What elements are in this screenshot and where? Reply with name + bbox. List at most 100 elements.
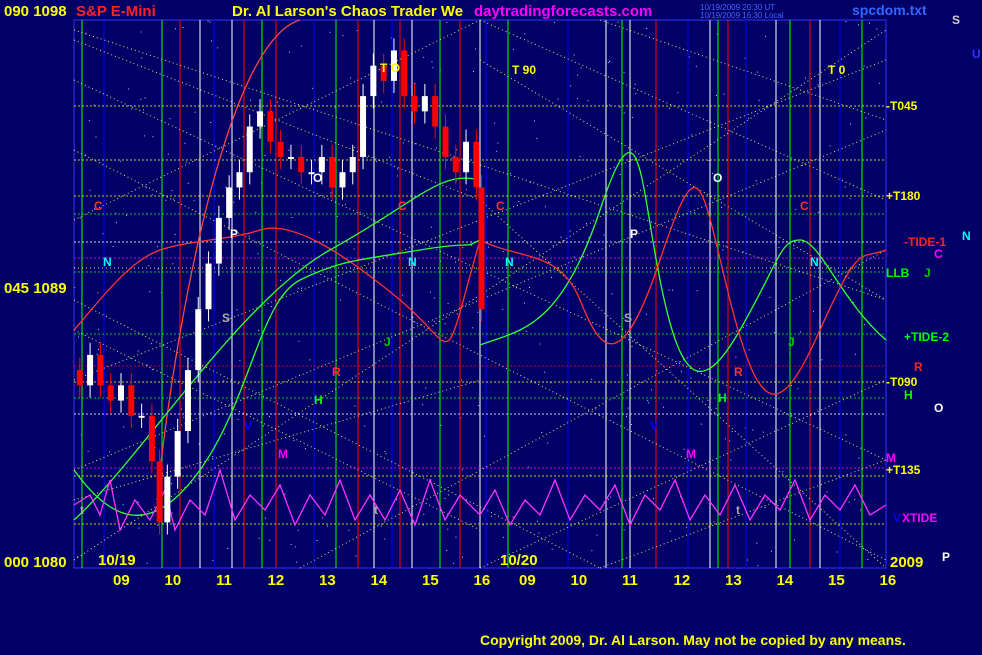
price-candle-body <box>128 385 135 416</box>
star-dot <box>748 349 750 351</box>
star-dot <box>258 329 260 331</box>
star-dot <box>596 534 598 536</box>
star-dot <box>800 331 801 333</box>
planet-label: P <box>230 227 238 241</box>
star-dot <box>626 374 628 376</box>
star-dot <box>850 123 851 125</box>
x-tick-label: 12 <box>674 572 691 589</box>
star-dot <box>484 435 486 437</box>
star-dot <box>355 555 357 557</box>
star-dot <box>440 424 442 426</box>
star-dot <box>534 120 535 122</box>
star-dot <box>669 530 671 532</box>
x-tick-label: 09 <box>519 572 536 589</box>
planet-label: C <box>94 199 103 213</box>
price-candle-body <box>97 354 104 386</box>
star-dot <box>690 377 692 379</box>
star-dot <box>715 407 717 409</box>
star-dot <box>607 498 609 500</box>
year-label: 2009 <box>890 554 923 571</box>
star-dot <box>623 529 625 531</box>
star-dot <box>512 48 514 50</box>
star-dot <box>797 388 799 390</box>
star-dot <box>729 440 731 442</box>
star-dot <box>174 233 176 235</box>
star-dot <box>342 35 344 37</box>
star-dot <box>724 438 726 440</box>
star-dot <box>288 51 290 53</box>
star-dot <box>756 71 758 73</box>
price-candle-body <box>138 415 145 418</box>
price-candle-body <box>215 217 222 264</box>
planet-label: N <box>505 255 514 269</box>
star-dot <box>518 201 520 203</box>
star-dot <box>573 54 575 56</box>
star-dot <box>863 65 865 67</box>
star-dot <box>854 499 856 501</box>
price-candle-body <box>174 431 181 477</box>
price-candle-body <box>267 111 274 142</box>
star-dot <box>845 434 847 436</box>
star-dot <box>212 560 214 562</box>
star-dot <box>255 211 257 213</box>
star-dot <box>354 405 356 407</box>
planet-label: V <box>650 419 658 433</box>
x-tick-label: 11 <box>216 572 232 589</box>
planet-label: S <box>624 311 632 325</box>
x-tick-label: 15 <box>828 572 845 589</box>
star-dot <box>344 203 346 205</box>
star-dot <box>412 316 414 318</box>
star-dot <box>194 111 196 113</box>
star-dot <box>569 230 571 232</box>
planet-label: H <box>718 391 727 405</box>
star-dot <box>762 431 764 433</box>
x-tick-label: 10 <box>165 572 182 589</box>
planet-label: H <box>314 393 323 407</box>
star-dot <box>309 359 311 361</box>
corner-glyph-s: S <box>952 13 960 27</box>
star-dot <box>212 456 214 458</box>
star-dot <box>577 74 579 76</box>
background <box>0 0 982 650</box>
right-series-label: XTIDE <box>902 511 937 525</box>
star-dot <box>140 98 142 100</box>
planet-label: V <box>244 419 252 433</box>
star-dot <box>401 294 403 296</box>
price-candle-body <box>298 157 305 173</box>
price-candle-body <box>205 263 212 310</box>
price-candle-body <box>329 157 336 188</box>
star-dot <box>502 536 504 538</box>
star-dot <box>525 330 527 332</box>
star-dot <box>297 529 299 531</box>
year-glyph: P <box>942 550 950 564</box>
star-dot <box>444 498 446 499</box>
star-dot <box>264 155 266 156</box>
date-label-10-19: 10/19 <box>98 552 136 569</box>
star-dot <box>447 528 449 530</box>
star-dot <box>298 340 300 342</box>
star-dot <box>311 87 313 89</box>
star-dot <box>447 303 449 305</box>
star-dot <box>126 214 127 216</box>
star-dot <box>529 287 530 288</box>
star-dot <box>466 189 468 191</box>
star-dot <box>296 561 298 563</box>
star-dot <box>863 324 865 326</box>
star-dot <box>631 346 633 347</box>
star-dot <box>89 189 91 191</box>
star-dot <box>250 99 251 101</box>
star-dot <box>140 31 142 33</box>
star-dot <box>444 323 446 325</box>
star-dot <box>423 513 425 515</box>
star-dot <box>677 92 679 94</box>
star-dot <box>477 311 479 313</box>
star-dot <box>150 343 152 345</box>
star-dot <box>293 440 295 442</box>
star-dot <box>97 328 99 330</box>
price-candle-body <box>257 111 264 127</box>
star-dot <box>258 537 260 539</box>
planet-label: N <box>810 255 819 269</box>
star-dot <box>462 556 463 558</box>
star-dot <box>149 291 151 293</box>
star-dot <box>495 150 497 152</box>
